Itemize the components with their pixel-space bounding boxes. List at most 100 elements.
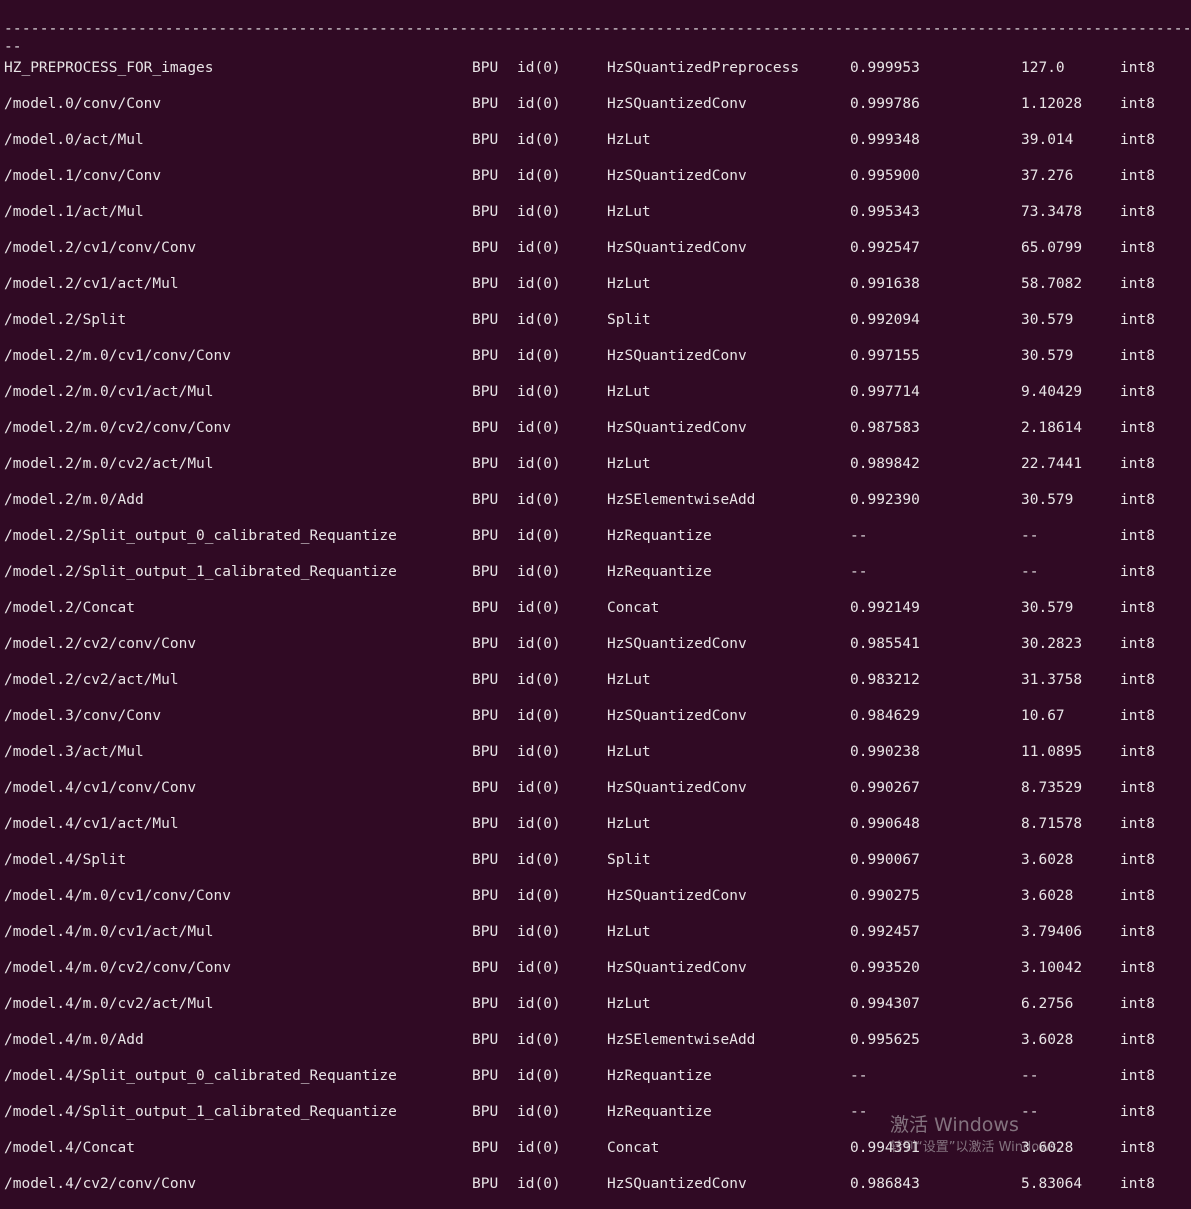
layer-name: HZ_PREPROCESS_FOR_images [4, 60, 214, 76]
similarity-cell: 0.992547 [850, 240, 920, 256]
threshold-cell: -- [1021, 1068, 1039, 1084]
op-type-cell: HzLut [607, 744, 651, 760]
table-row: /model.3/act/Mul BPU id(0) HzLut 0.990238 11.… [0, 741, 1191, 777]
table-row: /model.2/m.0/Add BPU id(0) HzSElementwiseAd… [0, 489, 1191, 525]
device-cell: BPU [472, 132, 499, 148]
table-row: /model.4/m.0/cv2/act/Mul BPU id(0) HzLut 0.9… [0, 993, 1191, 1029]
layer-name: /model.4/Split_output_0_calibrated_Requa… [4, 1068, 397, 1084]
op-type-cell: HzLut [607, 816, 651, 832]
threshold-cell: 3.6028 [1021, 852, 1074, 868]
table-row: /model.2/cv1/act/Mul BPU id(0) HzLut 0.99163… [0, 273, 1191, 309]
op-type-cell: HzSQuantizedConv [607, 1176, 747, 1192]
threshold-cell: 11.0895 [1021, 744, 1083, 760]
similarity-cell: 0.994307 [850, 996, 920, 1012]
threshold-cell: 30.579 [1021, 492, 1074, 508]
similarity-cell: 0.995343 [850, 204, 920, 220]
op-type-cell: HzRequantize [607, 1068, 712, 1084]
table-row: /model.4/m.0/cv2/conv/Conv BPU id(0) HzSQua… [0, 957, 1191, 993]
id-cell: id(0) [517, 708, 561, 724]
terminal-window[interactable]: ----------------------------------------… [0, 0, 1191, 1205]
table-row: /model.4/Split_output_0_calibrated_Requa… [0, 1065, 1191, 1101]
dtype-cell: int8 [1120, 312, 1155, 328]
device-cell: BPU [472, 1176, 499, 1192]
layer-table: HZ_PREPROCESS_FOR_images BPU id(0) HzSQuant… [0, 57, 1191, 1209]
similarity-cell: 0.992149 [850, 600, 920, 616]
op-type-cell: HzSElementwiseAdd [607, 1032, 756, 1048]
id-cell: id(0) [517, 420, 561, 436]
device-cell: BPU [472, 1068, 499, 1084]
similarity-cell: 0.993520 [850, 960, 920, 976]
threshold-cell: 3.79406 [1021, 924, 1083, 940]
device-cell: BPU [472, 960, 499, 976]
layer-name: /model.3/act/Mul [4, 744, 144, 760]
id-cell: id(0) [517, 168, 561, 184]
device-cell: BPU [472, 492, 499, 508]
dtype-cell: int8 [1120, 636, 1155, 652]
similarity-cell: -- [850, 1104, 868, 1120]
op-type-cell: HzSQuantizedConv [607, 96, 747, 112]
layer-name: /model.4/m.0/cv2/conv/Conv [4, 960, 231, 976]
id-cell: id(0) [517, 456, 561, 472]
op-type-cell: HzSQuantizedConv [607, 636, 747, 652]
table-row: /model.2/cv1/conv/Conv BPU id(0) HzSQuantiz… [0, 237, 1191, 273]
table-row: /model.2/Concat BPU id(0) Concat 0.992149 30.… [0, 597, 1191, 633]
similarity-cell: 0.992390 [850, 492, 920, 508]
dtype-cell: int8 [1120, 204, 1155, 220]
threshold-cell: 73.3478 [1021, 204, 1083, 220]
dtype-cell: int8 [1120, 600, 1155, 616]
device-cell: BPU [472, 1140, 499, 1156]
device-cell: BPU [472, 168, 499, 184]
device-cell: BPU [472, 888, 499, 904]
threshold-cell: 37.276 [1021, 168, 1074, 184]
dtype-cell: int8 [1120, 924, 1155, 940]
layer-name: /model.2/Split_output_0_calibrated_Requa… [4, 528, 397, 544]
device-cell: BPU [472, 456, 499, 472]
id-cell: id(0) [517, 1104, 561, 1120]
op-type-cell: HzLut [607, 996, 651, 1012]
op-type-cell: HzSQuantizedConv [607, 888, 747, 904]
id-cell: id(0) [517, 1068, 561, 1084]
threshold-cell: 30.579 [1021, 312, 1074, 328]
dtype-cell: int8 [1120, 384, 1155, 400]
similarity-cell: 0.997714 [850, 384, 920, 400]
op-type-cell: HzSQuantizedConv [607, 168, 747, 184]
table-row: /model.2/Split_output_0_calibrated_Requa… [0, 525, 1191, 561]
table-row: /model.0/act/Mul BPU id(0) HzLut 0.999348 39.… [0, 129, 1191, 165]
op-type-cell: HzLut [607, 672, 651, 688]
threshold-cell: 22.7441 [1021, 456, 1083, 472]
device-cell: BPU [472, 744, 499, 760]
threshold-cell: 3.6028 [1021, 1032, 1074, 1048]
device-cell: BPU [472, 996, 499, 1012]
layer-name: /model.1/conv/Conv [4, 168, 162, 184]
similarity-cell: 0.990648 [850, 816, 920, 832]
similarity-cell: -- [850, 1068, 868, 1084]
device-cell: BPU [472, 1032, 499, 1048]
similarity-cell: -- [850, 528, 868, 544]
similarity-cell: 0.986843 [850, 1176, 920, 1192]
similarity-cell: 0.990275 [850, 888, 920, 904]
id-cell: id(0) [517, 60, 561, 76]
table-row: /model.1/act/Mul BPU id(0) HzLut 0.995343 73.… [0, 201, 1191, 237]
dtype-cell: int8 [1120, 492, 1155, 508]
dtype-cell: int8 [1120, 960, 1155, 976]
threshold-cell: -- [1021, 564, 1039, 580]
id-cell: id(0) [517, 1176, 561, 1192]
op-type-cell: Concat [607, 600, 660, 616]
dtype-cell: int8 [1120, 1032, 1155, 1048]
similarity-cell: 0.999786 [850, 96, 920, 112]
dtype-cell: int8 [1120, 852, 1155, 868]
id-cell: id(0) [517, 492, 561, 508]
table-row: /model.2/Split_output_1_calibrated_Requa… [0, 561, 1191, 597]
threshold-cell: 9.40429 [1021, 384, 1083, 400]
layer-name: /model.2/cv1/act/Mul [4, 276, 179, 292]
threshold-cell: 8.73529 [1021, 780, 1083, 796]
device-cell: BPU [472, 1104, 499, 1120]
similarity-cell: 0.991638 [850, 276, 920, 292]
layer-name: /model.4/m.0/cv2/act/Mul [4, 996, 214, 1012]
dtype-cell: int8 [1120, 276, 1155, 292]
device-cell: BPU [472, 672, 499, 688]
id-cell: id(0) [517, 384, 561, 400]
similarity-cell: 0.983212 [850, 672, 920, 688]
id-cell: id(0) [517, 852, 561, 868]
similarity-cell: 0.995900 [850, 168, 920, 184]
